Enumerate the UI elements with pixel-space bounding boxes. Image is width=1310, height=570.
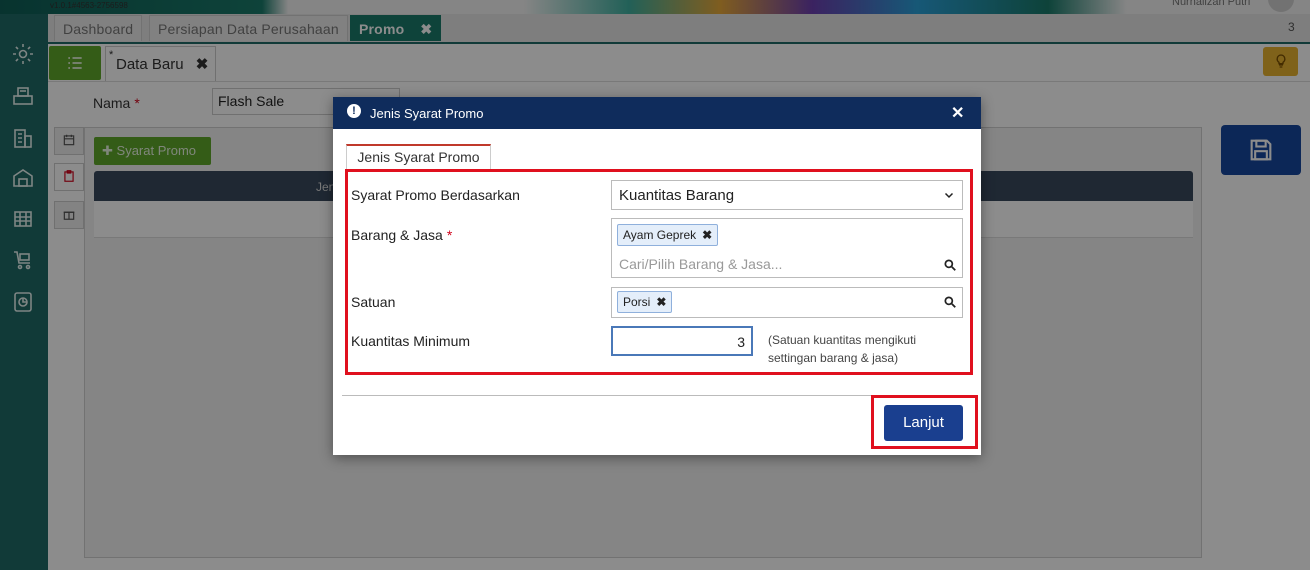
dialog-title: Jenis Syarat Promo: [370, 106, 484, 121]
items-multiselect[interactable]: Ayam Geprek ✖ Cari/Pilih Barang & Jasa...: [611, 218, 963, 278]
items-search-placeholder[interactable]: Cari/Pilih Barang & Jasa...: [619, 256, 782, 272]
dialog-header: ! Jenis Syarat Promo ✕: [333, 97, 981, 129]
info-icon: !: [347, 104, 361, 118]
chevron-down-icon: [944, 192, 954, 199]
based-on-label: Syarat Promo Berdasarkan: [351, 187, 520, 203]
min-qty-note: (Satuan kuantitas mengikuti settingan ba…: [768, 333, 917, 365]
items-label: Barang & Jasa *: [351, 227, 453, 243]
remove-icon[interactable]: ✖: [702, 228, 712, 242]
search-icon[interactable]: [943, 295, 957, 309]
next-button[interactable]: Lanjut: [884, 405, 963, 441]
item-chip: Ayam Geprek ✖: [617, 224, 719, 246]
jenis-syarat-promo-dialog: ! Jenis Syarat Promo ✕ Jenis Syarat Prom…: [333, 97, 981, 455]
search-icon[interactable]: [943, 258, 957, 272]
based-on-select[interactable]: Kuantitas Barang: [611, 180, 963, 210]
remove-icon[interactable]: ✖: [656, 295, 666, 309]
close-icon[interactable]: ✕: [951, 103, 964, 123]
min-qty-label: Kuantitas Minimum: [351, 333, 471, 349]
unit-label: Satuan: [351, 294, 396, 310]
min-qty-input[interactable]: 3: [611, 326, 753, 356]
tab-jenis-syarat-promo[interactable]: Jenis Syarat Promo: [346, 144, 491, 169]
unit-chip: Porsi ✖: [617, 291, 673, 313]
unit-multiselect[interactable]: Porsi ✖: [611, 287, 963, 318]
